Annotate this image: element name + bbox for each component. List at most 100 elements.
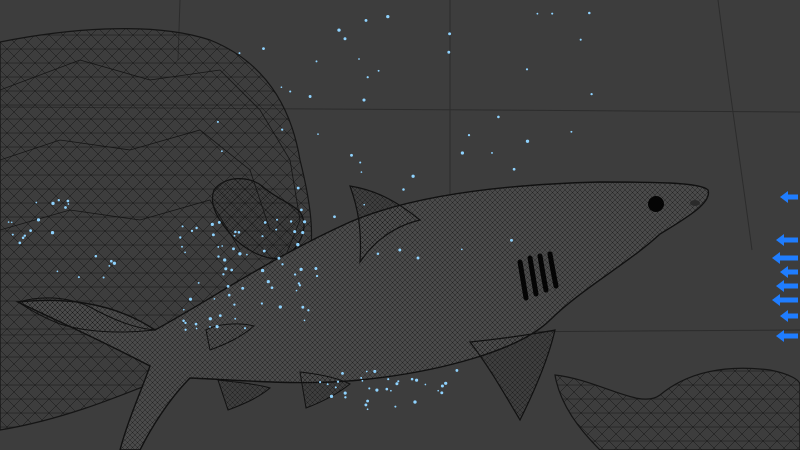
particle (364, 403, 368, 407)
particle (188, 297, 193, 301)
particle (223, 258, 227, 262)
particle (497, 115, 500, 119)
particle (447, 50, 451, 54)
particle (50, 231, 55, 235)
particle (296, 186, 300, 190)
particle (333, 215, 336, 219)
particle (319, 381, 322, 384)
particle (220, 150, 223, 153)
particle (224, 267, 228, 271)
particle (390, 389, 392, 392)
particle (190, 229, 194, 233)
particle (424, 383, 427, 386)
particle (36, 218, 41, 222)
particle (213, 298, 216, 300)
arrow-left-icon[interactable] (776, 280, 798, 292)
particle (588, 11, 591, 15)
particle (266, 279, 270, 284)
particle (263, 221, 267, 224)
particle (394, 405, 397, 408)
particle (260, 268, 265, 273)
particle (277, 256, 281, 260)
particle (536, 12, 539, 15)
particle (397, 380, 400, 383)
particle (194, 322, 198, 326)
particle (217, 245, 220, 248)
particle (197, 281, 200, 284)
particle (66, 199, 70, 203)
arrow-left-icon[interactable] (776, 330, 798, 342)
arrow-left-icon[interactable] (772, 252, 798, 264)
arrow-left-icon[interactable] (780, 310, 798, 322)
particle (64, 206, 67, 209)
particle (440, 391, 444, 395)
particle (237, 231, 241, 234)
scene-canvas[interactable] (0, 0, 800, 450)
particle (377, 69, 380, 72)
particle (307, 309, 310, 312)
particle (211, 233, 215, 237)
particle (23, 234, 27, 237)
particle (301, 231, 305, 235)
particle (181, 225, 184, 228)
particle (440, 384, 444, 388)
particle (182, 308, 185, 311)
seabed-rock-wireframe[interactable] (554, 367, 800, 450)
arrow-left-icon[interactable] (780, 266, 798, 278)
particle (184, 251, 186, 254)
particle (108, 264, 111, 267)
particle (343, 37, 347, 41)
particle (437, 389, 440, 392)
particle (303, 319, 306, 322)
particle (363, 203, 366, 206)
particle (29, 229, 32, 232)
particle (102, 276, 105, 279)
particle (51, 201, 55, 206)
particle (525, 139, 530, 143)
particle (361, 379, 364, 382)
particle (243, 327, 247, 330)
particle (326, 383, 329, 386)
particle (7, 221, 10, 223)
arrow-left-icon[interactable] (776, 234, 798, 246)
particle (416, 256, 420, 260)
particle (276, 218, 278, 221)
particle (385, 387, 389, 391)
particle (448, 32, 452, 36)
particle (35, 201, 38, 204)
particle (386, 14, 390, 19)
particle (579, 38, 582, 41)
particle (262, 47, 265, 50)
particle (467, 133, 471, 137)
particle (195, 226, 198, 230)
particle (293, 230, 297, 234)
particle (109, 259, 113, 263)
particle (360, 171, 363, 173)
3d-viewport[interactable] (0, 0, 800, 450)
particle (184, 321, 187, 325)
particle (315, 60, 318, 63)
particle (215, 324, 219, 329)
particle (298, 284, 302, 287)
particle (112, 261, 117, 265)
arrow-left-icon[interactable] (780, 191, 798, 203)
arrow-left-icon[interactable] (772, 294, 798, 306)
particle (368, 387, 371, 390)
particle (512, 167, 516, 171)
particle (415, 378, 419, 382)
particle (350, 153, 353, 157)
particle (413, 400, 417, 404)
particle (510, 238, 513, 242)
particle (77, 276, 80, 279)
particle (551, 12, 554, 15)
particle (336, 380, 340, 383)
particle (366, 76, 369, 79)
particle (411, 174, 415, 178)
particle (360, 376, 363, 379)
particle (232, 247, 235, 251)
particle (18, 241, 22, 245)
particle (366, 399, 370, 403)
transform-gizmo[interactable] (772, 191, 798, 342)
particle (208, 317, 212, 321)
particle (182, 319, 185, 322)
